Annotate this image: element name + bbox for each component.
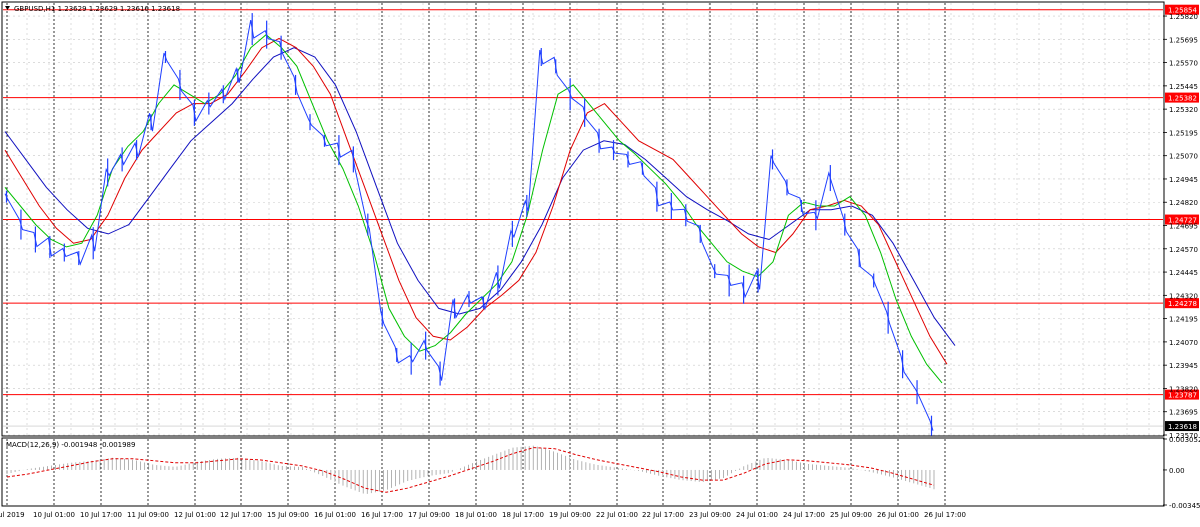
macd-label: MACD(12,26,9) -0.001948 -0.001989 — [6, 441, 135, 449]
price-axis-label: 1.25195 — [1169, 129, 1198, 137]
macd-axis-label: -0.003457 — [1169, 502, 1200, 510]
price-axis-label: 1.23570 — [1169, 432, 1198, 440]
price-axis-label: 1.25820 — [1169, 13, 1198, 21]
level-price-label: 1.24278 — [1168, 300, 1197, 308]
time-axis-label: 25 Jul 09:00 — [830, 511, 872, 519]
time-axis-label: 24 Jul 17:00 — [783, 511, 825, 519]
time-axis-label: 18 Jul 17:00 — [502, 511, 544, 519]
time-axis-label: 12 Jul 17:00 — [220, 511, 262, 519]
macd-axis-label: 0.00 — [1169, 467, 1185, 475]
price-axis-label: 1.25070 — [1169, 153, 1198, 161]
current-price-label: 1.23618 — [1168, 423, 1197, 431]
time-axis-label: 17 Jul 09:00 — [408, 511, 450, 519]
price-axis-label: 1.24695 — [1169, 223, 1198, 231]
symbol-info: GBPUSD,H1 1.23629 1.23629 1.23616 1.2361… — [14, 5, 180, 13]
time-axis-label: 18 Jul 01:00 — [455, 511, 497, 519]
trading-chart[interactable]: 1.25854 1.25382 1.24727 1.24278 1.23787 1.236… — [0, 0, 1200, 523]
time-axis-label: 24 Jul 01:00 — [736, 511, 778, 519]
price-axis-label: 1.24070 — [1169, 339, 1198, 347]
price-axis-label: 1.25445 — [1169, 83, 1198, 91]
time-axis-label: 23 Jul 09:00 — [689, 511, 731, 519]
price-axis: 1.25820 1.25695 1.25570 1.25445 1.25320 1.251… — [1163, 13, 1198, 440]
time-axis-label: 15 Jul 09:00 — [267, 511, 309, 519]
time-axis: 9 Jul 2019 10 Jul 01:00 10 Jul 17:00 11 Jul… — [0, 511, 966, 519]
price-axis-label: 1.24820 — [1169, 199, 1198, 207]
price-axis-label: 1.24320 — [1169, 292, 1198, 300]
price-axis-label: 1.25570 — [1169, 60, 1198, 68]
price-axis-label: 1.25320 — [1169, 106, 1198, 114]
price-axis-label: 1.23945 — [1169, 362, 1198, 370]
time-axis-label: 26 Jul 01:00 — [877, 511, 919, 519]
time-axis-label: 26 Jul 17:00 — [924, 511, 966, 519]
price-axis-label: 1.24945 — [1169, 176, 1198, 184]
time-axis-label: 10 Jul 01:00 — [33, 511, 75, 519]
price-axis-label: 1.24195 — [1169, 316, 1198, 324]
main-plot-frame — [1, 1, 1165, 437]
time-axis-label: 22 Jul 01:00 — [596, 511, 638, 519]
time-axis-label: 22 Jul 17:00 — [642, 511, 684, 519]
time-axis-label: 11 Jul 09:00 — [127, 511, 169, 519]
time-axis-label: 16 Jul 17:00 — [361, 511, 403, 519]
price-axis-label: 1.25695 — [1169, 36, 1198, 44]
time-axis-label: 19 Jul 09:00 — [549, 511, 591, 519]
price-axis-label: 1.24570 — [1169, 246, 1198, 254]
price-axis-label: 1.23820 — [1169, 385, 1198, 393]
chart-canvas[interactable]: 1.258541.253821.247271.242781.237871.236… — [0, 0, 1200, 523]
time-axis-label: 10 Jul 17:00 — [80, 511, 122, 519]
macd-plot-frame — [1, 437, 1165, 507]
time-axis-label: 12 Jul 01:00 — [174, 511, 216, 519]
level-price-label: 1.25382 — [1168, 95, 1197, 103]
price-axis-label: 1.23695 — [1169, 409, 1198, 417]
time-axis-label: 16 Jul 01:00 — [314, 511, 356, 519]
price-axis-label: 1.24445 — [1169, 269, 1198, 277]
time-axis-label: 9 Jul 2019 — [0, 511, 25, 519]
